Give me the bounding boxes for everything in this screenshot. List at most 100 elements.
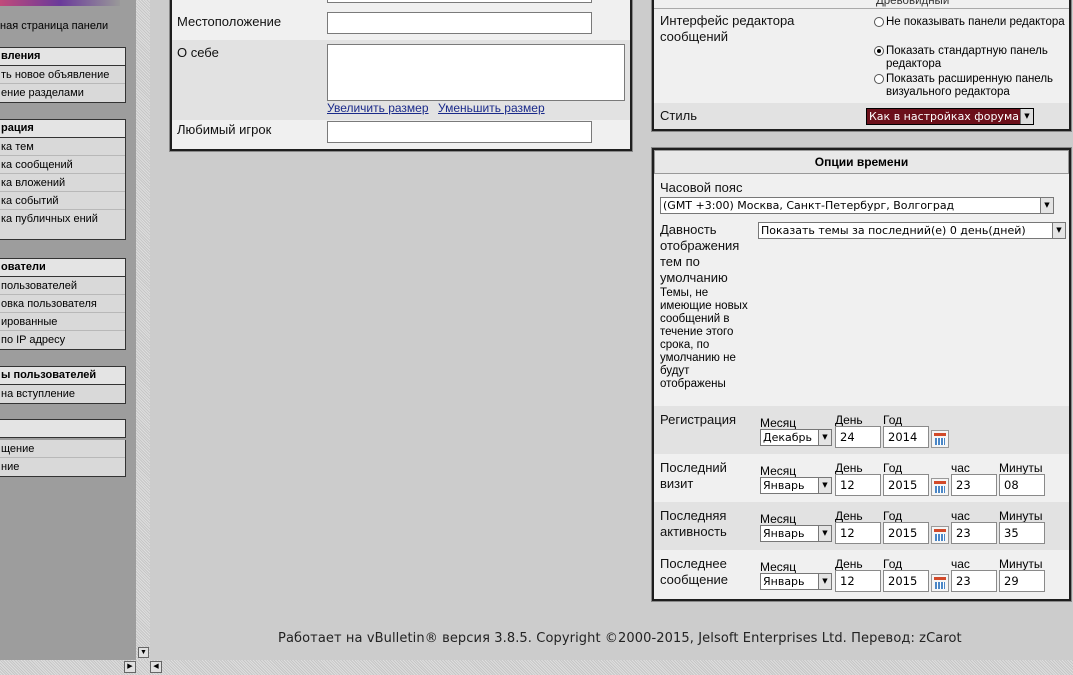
nav-group-usergroups-list: на вступление	[0, 385, 126, 404]
last-visit-minute-caption: Минуты	[999, 461, 1043, 475]
nav-logo-fragment	[0, 0, 120, 6]
row-separator	[654, 8, 1069, 9]
chevron-down-icon: ▼	[818, 478, 831, 493]
admin-nav-frame: ная страница панели вления ть новое объя…	[0, 0, 136, 660]
copyright-footer: Работает на vBulletin® версия 3.8.5. Cop…	[278, 631, 962, 646]
frame-divider[interactable]	[136, 0, 150, 660]
nav-group-users[interactable]: ователи	[0, 258, 126, 277]
editor-interface-label: Интерфейс редактора сообщений	[660, 13, 795, 44]
nav-item-moderate-events[interactable]: ка событий	[0, 192, 125, 210]
nav-item-send-message[interactable]: щение	[0, 440, 125, 458]
shrink-size-link[interactable]: Уменьшить размер	[438, 101, 545, 115]
last-visit-year-input[interactable]: 2015	[883, 474, 929, 496]
editor-option-standard-radio[interactable]	[874, 46, 884, 56]
last-activity-minute-input[interactable]: 35	[999, 522, 1045, 544]
editor-option-advanced-label[interactable]: Показать расширенную панель визуального …	[886, 73, 1068, 99]
chevron-down-icon: ▼	[1052, 223, 1065, 238]
location-input[interactable]	[327, 12, 592, 34]
calendar-icon[interactable]	[931, 478, 949, 496]
nav-link-main-page[interactable]: ная страница панели	[0, 20, 108, 32]
favorite-player-input[interactable]	[327, 121, 592, 143]
about-label: О себе	[177, 45, 219, 60]
profile-fields-panel: Местоположение О себе Увеличить размер У…	[169, 0, 633, 152]
time-options-panel: Опции времени Часовой пояс (GMT +3:00) М…	[651, 147, 1072, 602]
last-post-month-select[interactable]: Январь ▼	[760, 573, 832, 590]
timezone-select[interactable]: (GMT +3:00) Москва, Санкт-Петербург, Вол…	[660, 197, 1054, 214]
chevron-down-icon: ▼	[818, 430, 831, 445]
last-post-hour-caption: час	[951, 557, 970, 571]
nav-group-announcements-list: ть новое объявление ение разделами	[0, 66, 126, 103]
last-activity-hour-input[interactable]: 23	[951, 522, 997, 544]
scroll-left-arrow-icon[interactable]: ◀	[150, 661, 162, 673]
registration-label: Регистрация	[660, 412, 736, 427]
nav-item-moderate-posts[interactable]: ка сообщений	[0, 156, 125, 174]
thread-age-select[interactable]: Показать темы за последний(е) 0 день(дне…	[758, 222, 1066, 239]
last-visit-minute-input[interactable]: 08	[999, 474, 1045, 496]
last-visit-hour-input[interactable]: 23	[951, 474, 997, 496]
last-post-month-value: Январь	[763, 575, 805, 588]
last-post-minute-caption: Минуты	[999, 557, 1043, 571]
registration-year-input[interactable]: 2014	[883, 426, 929, 448]
nav-group-moderation-list: ка тем ка сообщений ка вложений ка событ…	[0, 138, 126, 240]
about-textarea[interactable]	[327, 44, 625, 101]
nav-group-usergroups[interactable]: ы пользователей	[0, 366, 126, 385]
nav-item-banned-users[interactable]: ированные	[0, 313, 125, 331]
registration-month-select[interactable]: Декабрь ▼	[760, 429, 832, 446]
last-visit-year-caption: Год	[883, 461, 903, 475]
nav-group-messages[interactable]	[0, 419, 126, 438]
last-post-month-caption: Месяц	[760, 560, 797, 574]
last-post-year-input[interactable]: 2015	[883, 570, 929, 592]
time-options-header: Опции времени	[654, 150, 1069, 174]
last-post-hour-input[interactable]: 23	[951, 570, 997, 592]
last-post-year-caption: Год	[883, 557, 903, 571]
last-activity-year-input[interactable]: 2015	[883, 522, 929, 544]
nav-group-moderation[interactable]: рация	[0, 119, 126, 138]
last-visit-month-select[interactable]: Январь ▼	[760, 477, 832, 494]
editor-option-none-radio[interactable]	[874, 17, 884, 27]
nav-item-message-log[interactable]: ние	[0, 458, 125, 476]
last-visit-hour-caption: час	[951, 461, 970, 475]
location-label: Местоположение	[177, 14, 282, 29]
style-select[interactable]: Как в настройках форума ▼	[866, 108, 1034, 125]
nav-item-forum-manager[interactable]: ение разделами	[0, 84, 125, 102]
nav-item-search-users[interactable]: пользователей	[0, 277, 125, 295]
nav-item-search-ip[interactable]: по IP адресу	[0, 331, 125, 349]
nav-group-announcements[interactable]: вления	[0, 47, 126, 66]
scroll-down-arrow-icon[interactable]: ▼	[138, 647, 149, 658]
last-post-day-input[interactable]: 12	[835, 570, 881, 592]
calendar-icon[interactable]	[931, 574, 949, 592]
nav-item-new-announcement[interactable]: ть новое объявление	[0, 66, 125, 84]
scroll-right-arrow-icon[interactable]: ▶	[124, 661, 136, 673]
previous-field-input[interactable]	[327, 0, 592, 3]
chevron-down-icon: ▼	[1040, 198, 1053, 213]
last-activity-day-caption: День	[835, 509, 863, 523]
last-activity-label: Последняя активность	[660, 508, 727, 539]
last-activity-minute-caption: Минуты	[999, 509, 1043, 523]
style-label: Стиль	[660, 108, 697, 123]
last-activity-day-input[interactable]: 12	[835, 522, 881, 544]
nav-item-ban-user[interactable]: овка пользователя	[0, 295, 125, 313]
last-post-minute-input[interactable]: 29	[999, 570, 1045, 592]
last-activity-month-select[interactable]: Январь ▼	[760, 525, 832, 542]
enlarge-size-link[interactable]: Увеличить размер	[327, 101, 429, 115]
style-select-value: Как в настройках форума	[869, 110, 1019, 123]
registration-day-input[interactable]: 24	[835, 426, 881, 448]
editor-option-standard-label[interactable]: Показать стандартную панель редактора	[886, 45, 1068, 71]
nav-item-join-requests[interactable]: на вступление	[0, 385, 125, 403]
editor-option-none-label[interactable]: Не показывать панели редактора	[886, 16, 1066, 29]
thread-age-description: Темы, не имеющие новых сообщений в течен…	[660, 287, 748, 390]
thread-display-option-cut[interactable]: Древовидный	[876, 0, 949, 8]
editor-option-advanced-radio[interactable]	[874, 74, 884, 84]
last-activity-year-caption: Год	[883, 509, 903, 523]
nav-item-moderate-threads[interactable]: ка тем	[0, 138, 125, 156]
calendar-icon[interactable]	[931, 430, 949, 448]
calendar-icon[interactable]	[931, 526, 949, 544]
last-visit-month-caption: Месяц	[760, 464, 797, 478]
nav-item-moderate-public-messages[interactable]: ка публичных ений	[0, 210, 125, 239]
last-visit-day-input[interactable]: 12	[835, 474, 881, 496]
nav-item-moderate-attachments[interactable]: ка вложений	[0, 174, 125, 192]
chevron-down-icon: ▼	[1020, 109, 1033, 124]
last-activity-hour-caption: час	[951, 509, 970, 523]
last-activity-month-caption: Месяц	[760, 512, 797, 526]
timezone-label: Часовой пояс	[660, 180, 743, 195]
